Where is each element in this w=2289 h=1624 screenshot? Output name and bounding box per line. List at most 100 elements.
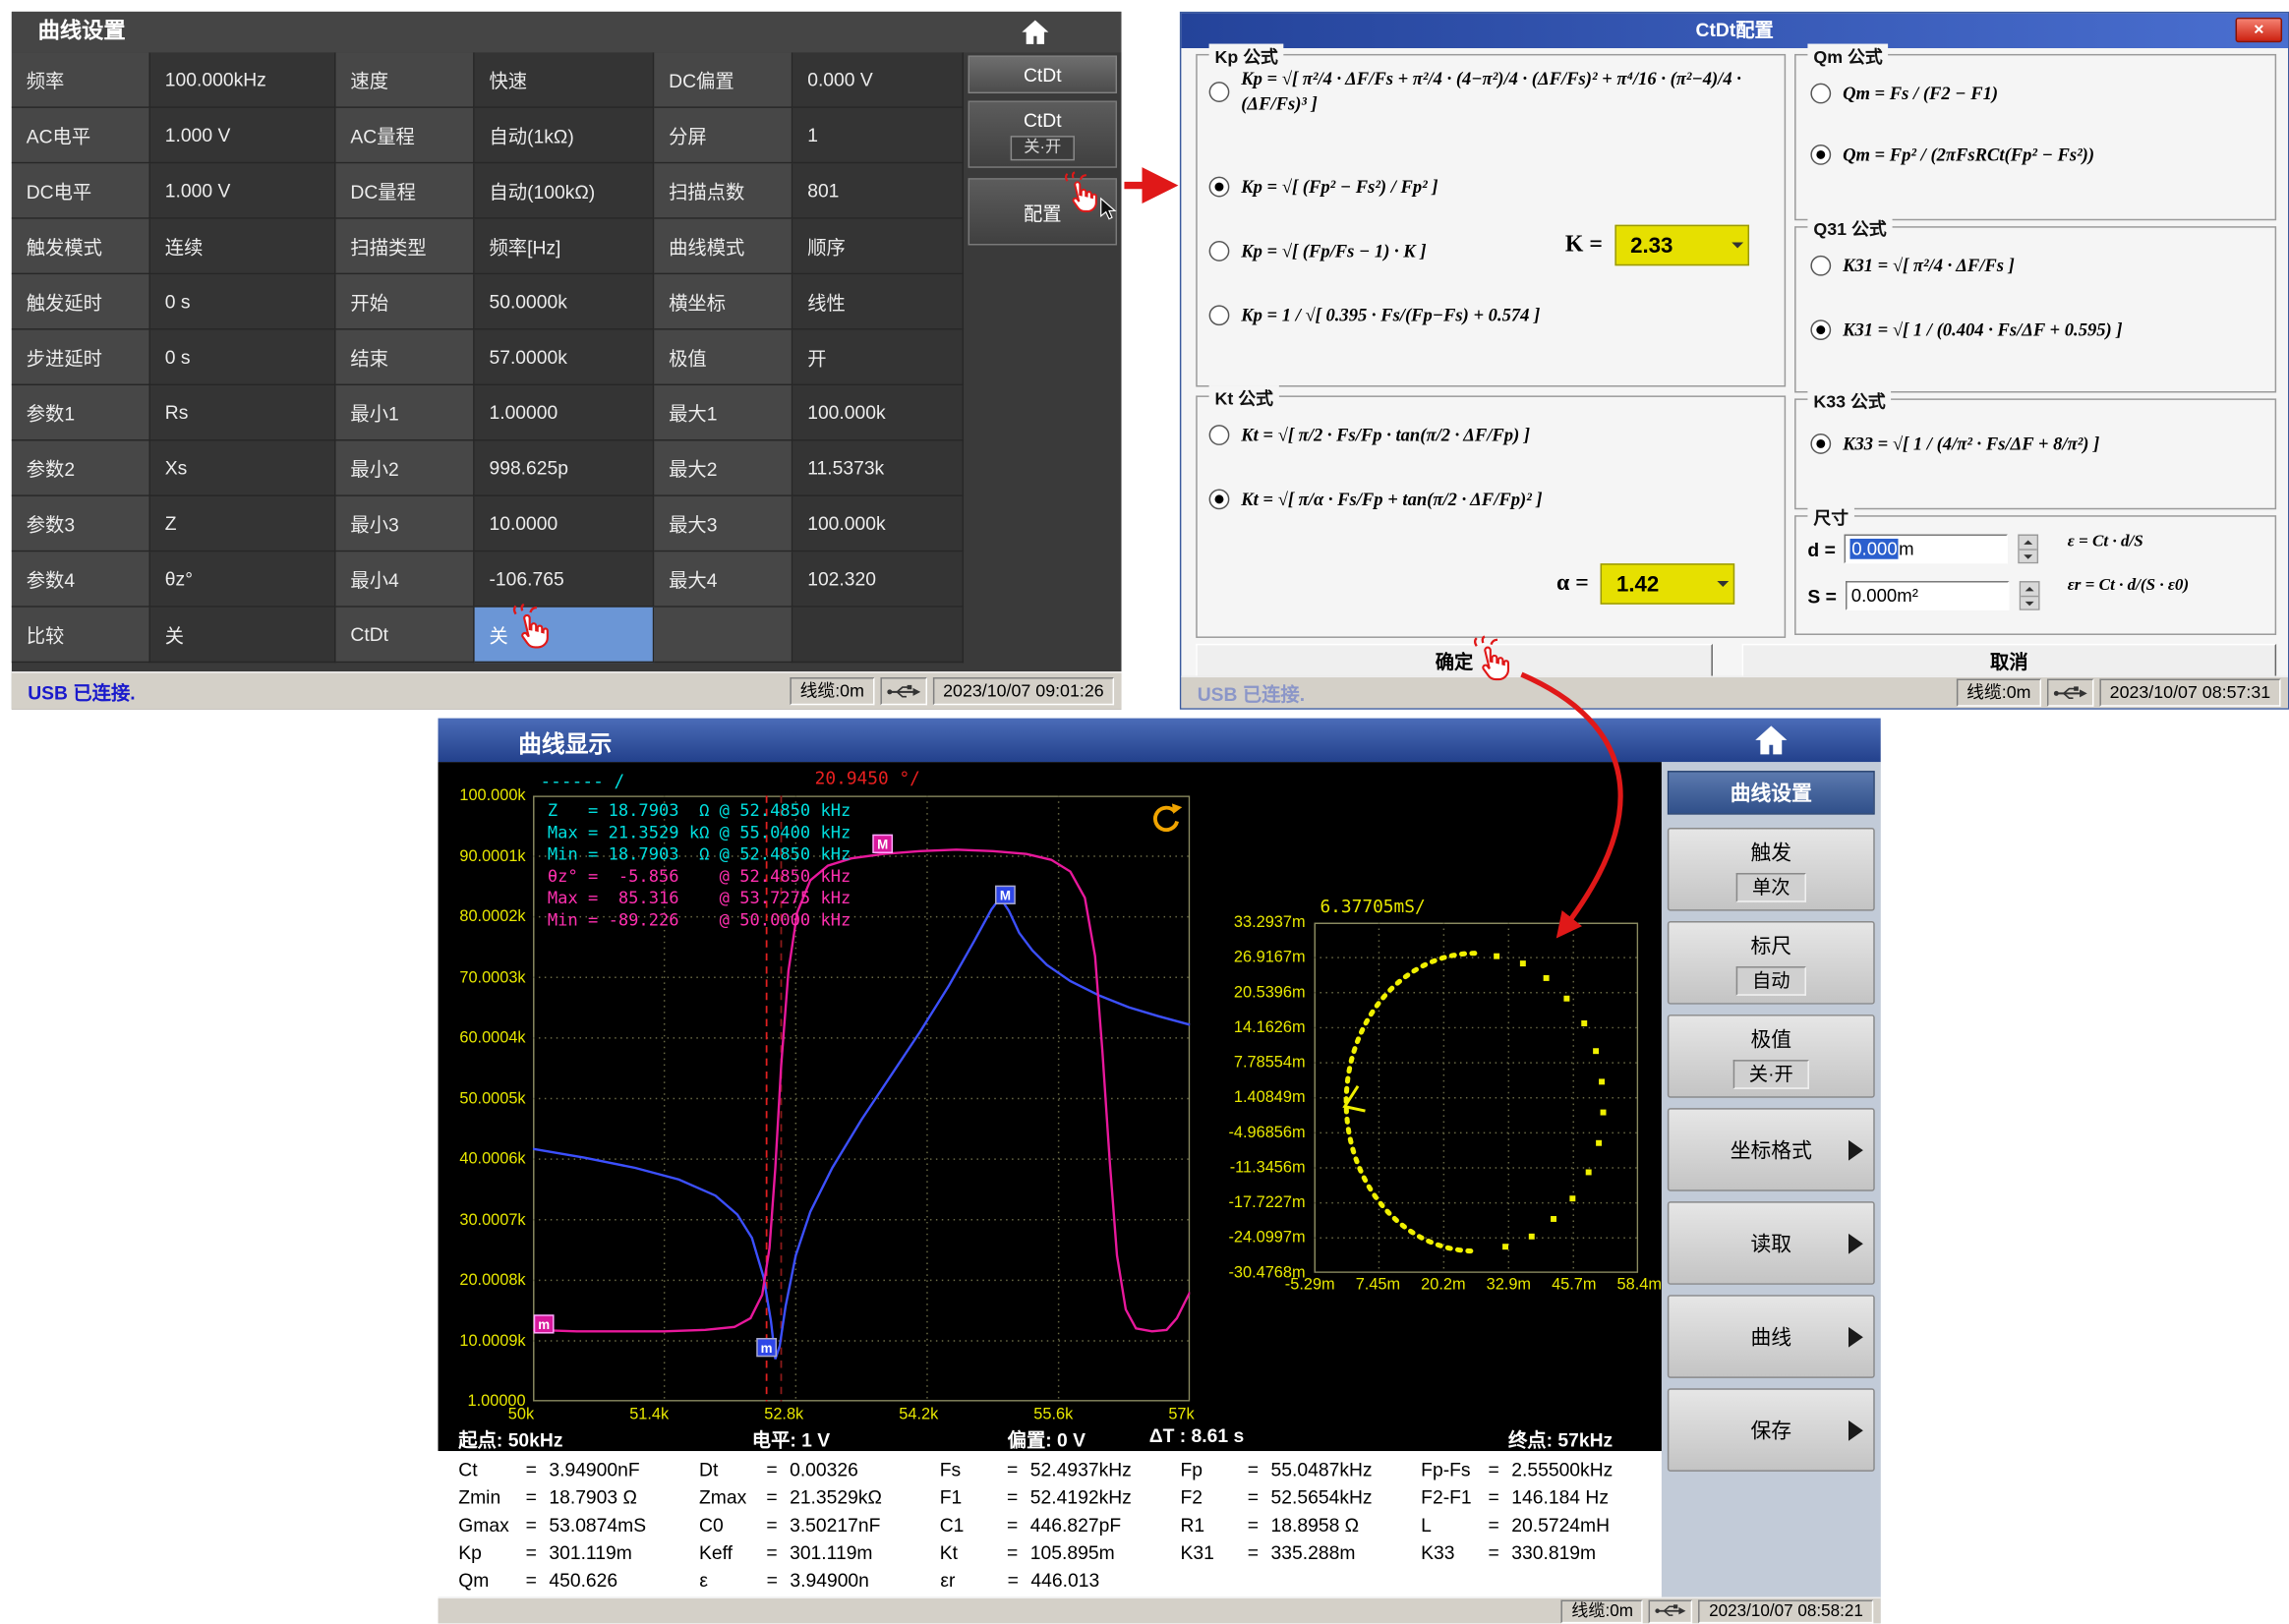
sidebar-item-trigger[interactable]: 触发 单次 [1668, 828, 1875, 911]
admittance-circle-chart[interactable] [1315, 923, 1639, 1273]
spinner-up-icon[interactable] [2020, 536, 2037, 550]
sidebar-item-save[interactable]: 保存 [1668, 1388, 1875, 1472]
dimension-s-stepper[interactable] [2020, 581, 2040, 610]
rotate-icon[interactable] [1147, 800, 1186, 839]
setting-value[interactable]: 自动(1kΩ) [475, 108, 655, 163]
spinner-down-icon[interactable] [2021, 597, 2038, 609]
setting-label: 触发模式 [12, 219, 150, 274]
trace-scale-label: ------ / [540, 771, 624, 791]
setting-value[interactable]: 0.000 V [792, 52, 964, 107]
setting-value[interactable]: 998.625p [475, 440, 655, 495]
sidebar-header-curve-settings[interactable]: 曲线设置 [1668, 771, 1875, 815]
k33-formula-group: K33 公式 K33 = √[ 1 / (4/π² · Fs/ΔF + 8/π²… [1794, 398, 2276, 509]
button-label: 读取 [1751, 1229, 1792, 1258]
setting-value[interactable]: 关 [150, 608, 336, 663]
setting-value[interactable]: Z [150, 496, 336, 551]
kp-formula-4-radio[interactable] [1209, 306, 1230, 326]
ctdt-toggle-button[interactable]: CtDt 关·开 [968, 100, 1117, 167]
setting-label: 最大4 [654, 551, 792, 607]
setting-value[interactable]: 57.0000k [475, 330, 655, 385]
setting-label: 结束 [336, 330, 475, 385]
sidebar-item-ruler[interactable]: 标尺 自动 [1668, 921, 1875, 1005]
curve-display-panel: 曲线显示 ------ / 20.9450 °/ [439, 719, 1881, 1624]
setting-value[interactable]: 自动(100kΩ) [475, 163, 655, 218]
qm-formula-1-radio[interactable] [1810, 84, 1831, 104]
dimension-d-stepper[interactable] [2019, 535, 2039, 564]
dropdown-arrow-icon[interactable] [1731, 243, 1743, 255]
kt-formula-2-radio[interactable] [1209, 490, 1230, 510]
dialog-title: CtDt配置 [1696, 19, 1774, 40]
setting-value[interactable]: θz° [150, 551, 336, 607]
datetime-box: 2023/10/07 08:58:21 [1699, 1599, 1874, 1623]
button-value: 单次 [1736, 872, 1806, 901]
kt-formula-1: Kt = √[ π/2 · Fs/Fp · tan(π/2 · ΔF/Fp) ] [1241, 424, 1530, 448]
datetime-box: 2023/10/07 09:01:26 [933, 677, 1114, 705]
cancel-button[interactable]: 取消 [1742, 644, 2277, 677]
chevron-right-icon [1849, 1420, 1863, 1440]
dropdown-arrow-icon[interactable] [1717, 581, 1729, 593]
setting-value[interactable]: 100.000k [792, 496, 964, 551]
setting-value[interactable]: 50.0000k [475, 274, 655, 329]
theta-readout: θz° = -5.856 @ 52.4850 kHz [548, 866, 851, 888]
datetime-box: 2023/10/07 08:57:31 [2099, 679, 2280, 707]
setting-value[interactable]: 0 s [150, 274, 336, 329]
sidebar-item-curve[interactable]: 曲线 [1668, 1295, 1875, 1378]
qm-formula-2-radio[interactable] [1810, 145, 1831, 166]
setting-value[interactable]: 801 [792, 163, 964, 218]
setting-value[interactable]: 快速 [475, 52, 655, 107]
ok-button[interactable]: 确定 [1196, 644, 1713, 677]
dimension-d-input[interactable]: 0.000 m [1845, 535, 2008, 564]
sidebar-item-coord-format[interactable]: 坐标格式 [1668, 1108, 1875, 1191]
kp-formula-1: Kp = √[ π²/4 · ΔF/Fs + π²/4 · (4−π²)/4 ·… [1241, 67, 1776, 116]
setting-label: DC电平 [12, 163, 150, 218]
k33-formula-1-radio[interactable] [1810, 435, 1831, 455]
setting-value[interactable]: 1.000 V [150, 108, 336, 163]
setting-value[interactable]: 10.0000 [475, 496, 655, 551]
setting-value[interactable]: 0 s [150, 330, 336, 385]
setting-value[interactable]: 顺序 [792, 219, 964, 274]
kp-formula-1-radio[interactable] [1209, 82, 1230, 102]
setting-value[interactable]: 1.000 V [150, 163, 336, 218]
setting-label: 参数3 [12, 496, 150, 551]
sidebar-item-read[interactable]: 读取 [1668, 1201, 1875, 1285]
setting-value[interactable]: 102.320 [792, 551, 964, 607]
kp-formula-3-radio[interactable] [1209, 242, 1230, 262]
q31-formula-2: K31 = √[ 1 / (0.404 · Fs/ΔF + 0.595) ] [1843, 319, 2122, 343]
setting-value[interactable]: 线性 [792, 274, 964, 329]
cable-length-box: 线缆:0m [790, 677, 874, 705]
circle-x-axis: -5.29m7.45m20.2m32.9m45.7m58.4m [1285, 1276, 1662, 1294]
usb-icon [1649, 1599, 1693, 1623]
spinner-up-icon[interactable] [2021, 583, 2038, 597]
setting-value[interactable]: 11.5373k [792, 440, 964, 495]
k-factor-input[interactable]: 2.33 [1614, 225, 1749, 266]
alpha-input[interactable]: 1.42 [1601, 563, 1735, 605]
setting-value[interactable]: 频率[Hz] [475, 219, 655, 274]
setting-label: 扫描点数 [654, 163, 792, 218]
setting-value[interactable]: 开 [792, 330, 964, 385]
setting-value[interactable]: 1.00000 [475, 385, 655, 440]
setting-value[interactable]: 1 [792, 108, 964, 163]
setting-value[interactable]: 100.000k [792, 385, 964, 440]
dimension-s-input[interactable]: 0.000m² [1846, 581, 2009, 610]
k-factor-value: 2.33 [1630, 233, 1673, 258]
sidebar-item-extremum[interactable]: 极值 关·开 [1668, 1015, 1875, 1098]
close-button[interactable]: × [2236, 18, 2283, 42]
setting-value[interactable]: Xs [150, 440, 336, 495]
spinner-down-icon[interactable] [2020, 550, 2037, 562]
setting-value[interactable]: -106.765 [475, 551, 655, 607]
kp-formula-3: Kp = √[ (Fp/Fs − 1) · K ] [1241, 240, 1426, 264]
config-button[interactable]: 配置 [968, 178, 1117, 245]
circle-chart-title: 6.37705mS/ [1320, 897, 1425, 917]
kp-formula-2-radio[interactable] [1209, 177, 1230, 198]
setting-value-ctdt[interactable]: 关 [475, 608, 655, 663]
setting-value[interactable]: Rs [150, 385, 336, 440]
setting-label: 开始 [336, 274, 475, 329]
q31-formula-1-radio[interactable] [1810, 257, 1831, 277]
setting-value[interactable]: 连续 [150, 219, 336, 274]
home-icon[interactable] [1020, 18, 1052, 47]
home-icon[interactable] [1752, 723, 1790, 758]
q31-formula-2-radio[interactable] [1810, 320, 1831, 341]
kt-formula-1-radio[interactable] [1209, 426, 1230, 446]
usb-icon [880, 677, 927, 705]
setting-value[interactable]: 100.000kHz [150, 52, 336, 107]
